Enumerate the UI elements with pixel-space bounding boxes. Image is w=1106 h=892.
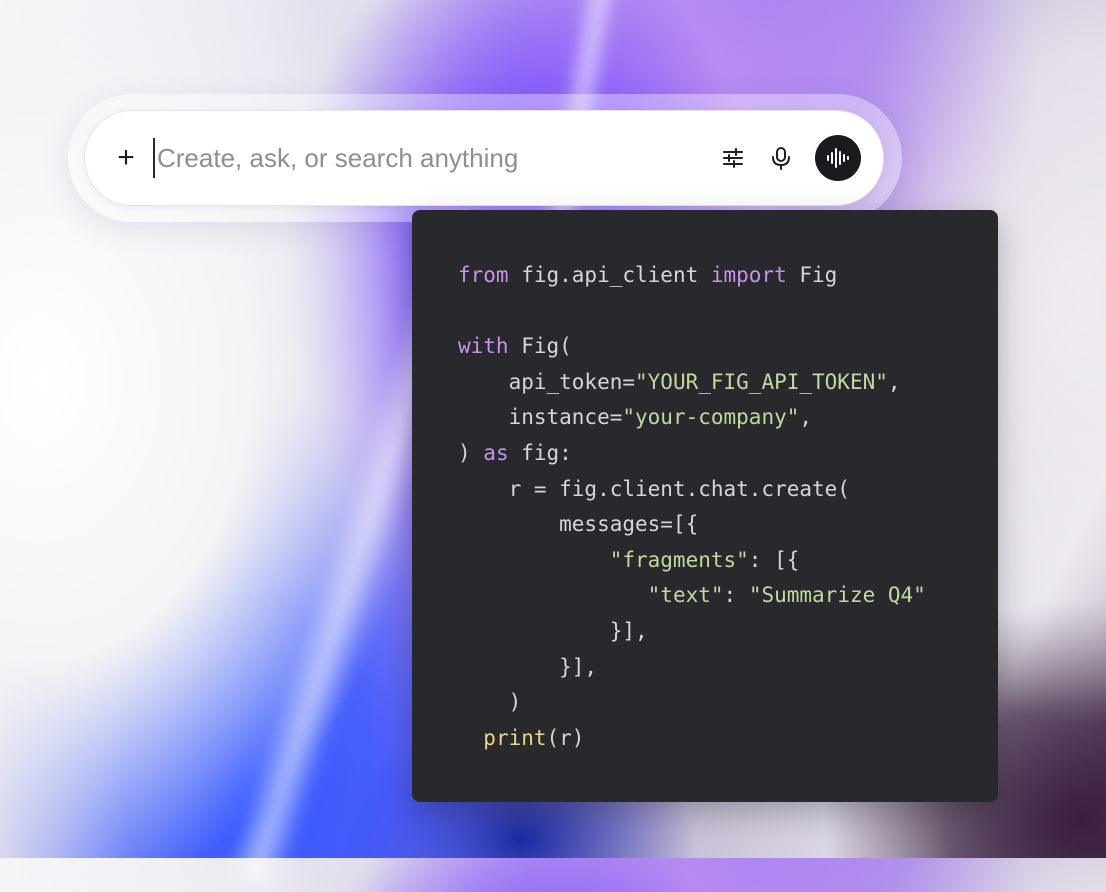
code-token: "text" bbox=[647, 583, 724, 608]
code-token: with bbox=[458, 334, 509, 359]
code-line: api_token="YOUR_FIG_API_TOKEN", bbox=[458, 365, 926, 401]
code-token: as bbox=[483, 440, 509, 465]
waveform-icon bbox=[827, 148, 849, 168]
code-token: Fig bbox=[786, 263, 838, 287]
code-line: with Fig( bbox=[458, 329, 926, 365]
code-token: , bbox=[799, 405, 813, 430]
code-token: Fig( bbox=[508, 334, 572, 359]
settings-button[interactable] bbox=[715, 140, 751, 176]
code-line: "text": "Summarize Q4" bbox=[458, 578, 926, 614]
voice-mode-button[interactable] bbox=[815, 135, 861, 181]
code-block: from fig.api_client import Fig with Fig( … bbox=[458, 258, 926, 756]
code-token: "fragments" bbox=[609, 547, 749, 572]
code-line: messages=[{ bbox=[458, 507, 926, 543]
code-token: , bbox=[887, 369, 901, 394]
code-line: }], bbox=[458, 650, 926, 686]
code-line: }], bbox=[458, 614, 926, 650]
microphone-icon bbox=[772, 147, 790, 170]
code-line: r = fig.client.chat.create( bbox=[458, 472, 926, 508]
code-token: }], bbox=[458, 618, 648, 643]
code-line: ) as fig: bbox=[458, 436, 926, 472]
code-token: messages=[{ bbox=[458, 512, 699, 537]
code-snippet-panel: from fig.api_client import Fig with Fig( … bbox=[412, 210, 998, 802]
code-token: fig.api_client bbox=[508, 263, 711, 287]
code-line: print(r) bbox=[458, 721, 926, 757]
code-token: ) bbox=[458, 690, 522, 715]
add-button[interactable]: + bbox=[113, 141, 139, 174]
code-token: "Summarize Q4" bbox=[748, 583, 926, 608]
code-line: "fragments": [{ bbox=[458, 543, 926, 579]
code-line: ) bbox=[458, 685, 926, 721]
code-token: import bbox=[710, 263, 787, 287]
code-token: "your-company" bbox=[622, 405, 800, 430]
code-token: "YOUR_FIG_API_TOKEN" bbox=[635, 369, 888, 394]
code-token: r = fig.client.chat.create( bbox=[458, 476, 850, 501]
code-token: from bbox=[458, 263, 509, 287]
plus-icon: + bbox=[117, 141, 135, 174]
code-token: (r) bbox=[546, 725, 585, 750]
code-token: instance= bbox=[458, 405, 623, 430]
code-token: ) bbox=[458, 440, 484, 465]
code-line: instance="your-company", bbox=[458, 400, 926, 436]
code-token: : bbox=[723, 583, 749, 608]
code-token: : [{ bbox=[748, 547, 800, 572]
search-bar: + bbox=[84, 110, 884, 206]
code-token: }], bbox=[458, 654, 598, 679]
code-line: from fig.api_client import Fig bbox=[458, 258, 926, 294]
code-token: api_token= bbox=[458, 369, 636, 394]
search-input[interactable] bbox=[153, 138, 703, 178]
microphone-button[interactable] bbox=[763, 140, 799, 176]
sliders-icon bbox=[723, 148, 743, 168]
code-token: fig: bbox=[508, 440, 572, 465]
code-token: print bbox=[483, 725, 547, 750]
